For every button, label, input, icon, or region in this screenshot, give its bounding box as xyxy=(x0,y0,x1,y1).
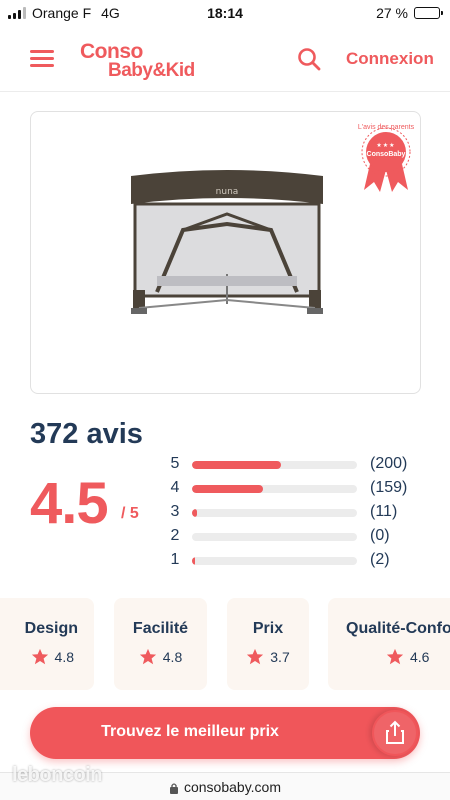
rating-row-1[interactable]: 1 (2) xyxy=(168,550,428,570)
rating-bar-fill xyxy=(192,509,197,517)
rating-stars-label: 5 xyxy=(170,455,180,472)
url-domain: consobaby.com xyxy=(183,779,281,795)
score-max: / 5 xyxy=(121,505,139,522)
criteria-value: 4.8 xyxy=(54,649,74,665)
logo-text-babykid: Baby&Kid xyxy=(108,60,195,81)
criteria-name: Qualité-Confort xyxy=(346,620,450,637)
rating-row-5[interactable]: 5 (200) xyxy=(168,454,428,474)
status-right: 27 % xyxy=(376,5,443,21)
criteria-rating: 4.6 xyxy=(328,648,450,666)
criteria-rating: 4.8 xyxy=(0,648,94,666)
rating-row-4[interactable]: 4 (159) xyxy=(168,478,428,498)
criteria-rating: 4.8 xyxy=(114,648,207,666)
star-icon xyxy=(386,648,404,665)
product-image-card: nuna L'avis des parents ★★★ ConsoBaby xyxy=(30,111,421,394)
best-price-button[interactable]: Trouvez le meilleur prix xyxy=(30,707,420,759)
rating-stars-label: 1 xyxy=(170,551,180,568)
criteria-rating: 3.7 xyxy=(227,648,309,666)
rating-bar-track xyxy=(192,509,357,517)
criteria-carousel[interactable]: Design 4.8 Facilité 4.8 Prix 3.7 Qualité… xyxy=(0,598,450,690)
share-icon xyxy=(386,720,404,744)
status-bar: Orange F 4G 18:14 27 % xyxy=(0,0,450,26)
share-button[interactable] xyxy=(372,710,418,756)
site-header: Conso Baby&Kid Connexion xyxy=(0,26,450,92)
leboncoin-watermark: leboncoin xyxy=(12,764,102,786)
star-icon xyxy=(247,648,264,665)
battery-percentage: 27 % xyxy=(376,5,408,21)
rating-bar-track xyxy=(192,557,357,565)
rating-count: (200) xyxy=(370,455,408,472)
criteria-name: Facilité xyxy=(132,620,189,637)
consobaby-logo[interactable]: Conso Baby&Kid xyxy=(80,38,230,84)
search-icon[interactable] xyxy=(296,46,322,72)
lock-icon xyxy=(169,783,178,795)
rating-count: (11) xyxy=(370,503,398,520)
rating-bar-fill xyxy=(192,485,263,493)
rating-stars-label: 3 xyxy=(170,503,180,520)
rating-bar-fill xyxy=(192,461,281,469)
review-count: 372 avis xyxy=(30,418,143,450)
badge-ring-text: L'avis des parents xyxy=(357,124,415,131)
star-icon xyxy=(139,648,156,665)
rating-bar-track xyxy=(192,533,357,541)
criteria-card-qualite-confort[interactable]: Qualité-Confort 4.6 xyxy=(328,598,450,690)
best-price-label: Trouvez le meilleur prix xyxy=(101,723,279,740)
brand-mark: nuna xyxy=(216,187,239,197)
rating-count: (159) xyxy=(370,479,408,496)
badge-label: ConsoBaby xyxy=(366,151,406,158)
criteria-card-prix[interactable]: Prix 3.7 xyxy=(227,598,309,690)
star-icon xyxy=(31,648,48,665)
travel-cot-image: nuna xyxy=(131,170,323,314)
login-link[interactable]: Connexion xyxy=(346,49,434,69)
criteria-name: Prix xyxy=(252,620,284,637)
average-score: 4.5 xyxy=(30,471,109,536)
rating-stars-label: 4 xyxy=(170,479,180,496)
criteria-value: 3.7 xyxy=(270,649,290,665)
badge-stars: ★★★ xyxy=(376,143,396,149)
rating-bar-track xyxy=(192,461,357,469)
parents-choice-badge: L'avis des parents ★★★ ConsoBaby xyxy=(356,120,416,192)
rating-count: (2) xyxy=(370,551,390,568)
hamburger-icon[interactable] xyxy=(30,48,56,68)
rating-bar-fill xyxy=(192,557,195,565)
criteria-card-facilite[interactable]: Facilité 4.8 xyxy=(114,598,207,690)
rating-bar-track xyxy=(192,485,357,493)
rating-stars-label: 2 xyxy=(170,527,180,544)
rating-count: (0) xyxy=(370,527,390,544)
criteria-value: 4.8 xyxy=(162,649,183,665)
rating-row-3[interactable]: 3 (11) xyxy=(168,502,428,522)
battery-icon xyxy=(414,7,443,19)
criteria-card-design[interactable]: Design 4.8 xyxy=(0,598,94,690)
criteria-name: Design xyxy=(24,620,78,637)
rating-row-2[interactable]: 2 (0) xyxy=(168,526,428,546)
criteria-value: 4.6 xyxy=(410,649,430,665)
